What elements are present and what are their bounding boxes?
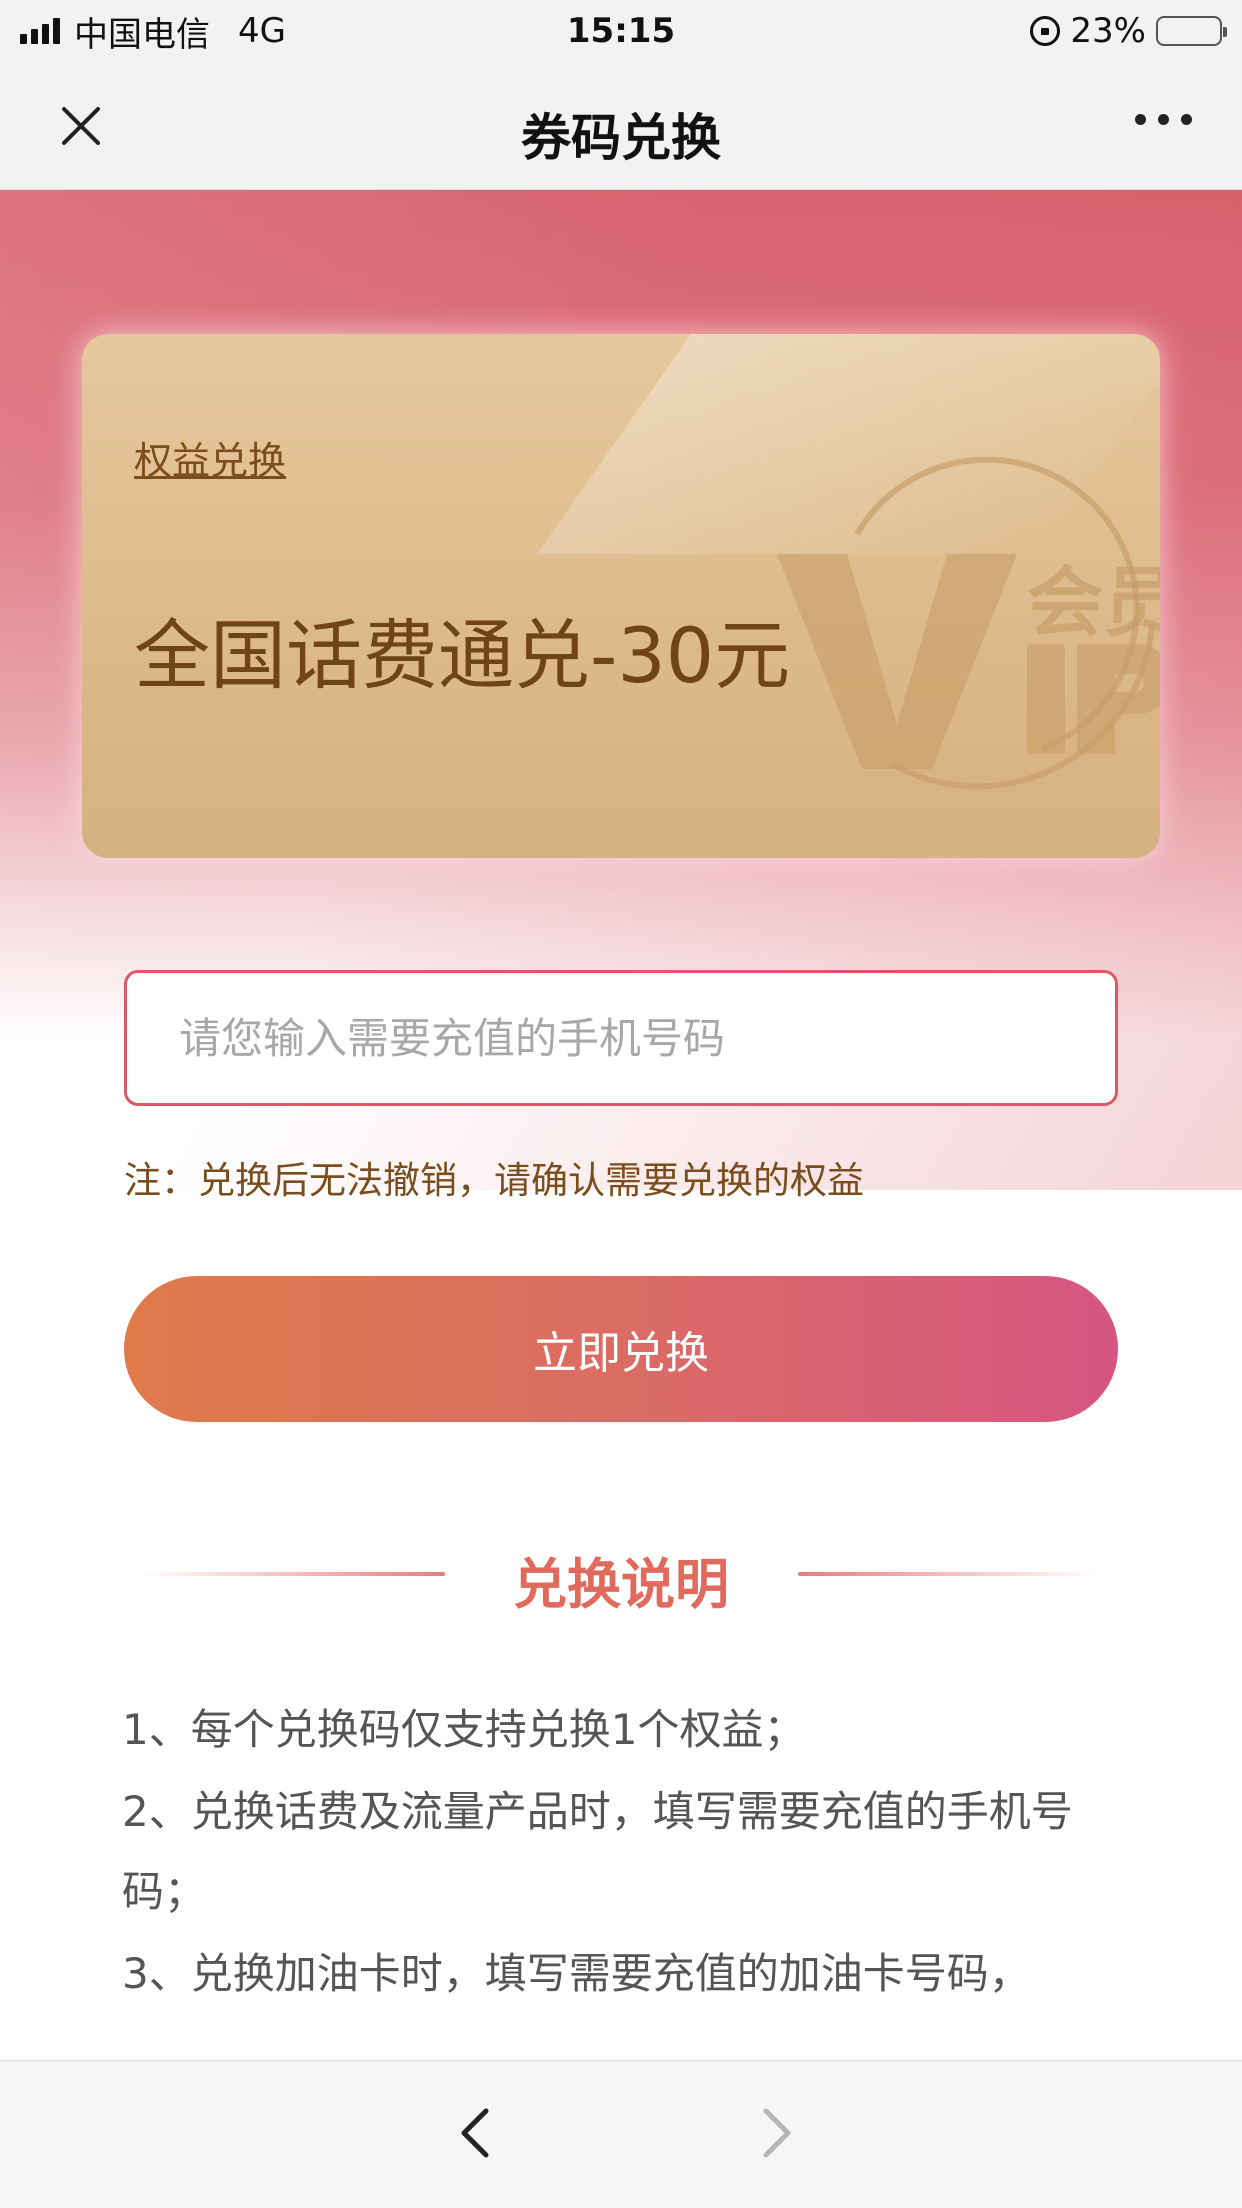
page-title: 券码兑换 xyxy=(521,109,721,167)
battery-percent: 23% xyxy=(1070,11,1146,51)
carrier-label: 中国电信 xyxy=(74,14,210,55)
instructions-list: 1、每个兑换码仅支持兑换1个权益； 2、兑换话费及流量产品时，填写需要充值的手机… xyxy=(122,1690,1122,2014)
emblem-text: 会员 xyxy=(1027,558,1160,647)
battery-icon xyxy=(1156,16,1227,46)
network-label: 4G xyxy=(238,11,286,51)
instruction-item: 1、每个兑换码仅支持兑换1个权益； xyxy=(122,1705,806,1754)
status-right: 23% xyxy=(1030,11,1227,51)
section-divider-right xyxy=(798,1572,1098,1576)
back-arrow-icon[interactable] xyxy=(448,2103,508,2163)
browser-bottom-bar xyxy=(0,2060,1242,2208)
status-left: 中国电信 4G xyxy=(20,7,286,56)
benefit-card: 会员 权益兑换 全国话费通兑-30元 xyxy=(82,334,1160,858)
nav-bar: 券码兑换 xyxy=(0,62,1242,190)
card-tag[interactable]: 权益兑换 xyxy=(134,430,286,485)
more-options-icon[interactable] xyxy=(1135,114,1192,125)
signal-icon xyxy=(20,18,60,44)
forward-arrow-icon[interactable] xyxy=(744,2103,804,2163)
redeem-button[interactable]: 立即兑换 xyxy=(124,1276,1118,1422)
rotation-lock-icon xyxy=(1030,16,1061,46)
phone-input[interactable] xyxy=(124,970,1118,1106)
card-title: 全国话费通兑-30元 xyxy=(134,611,791,700)
status-bar: 中国电信 4G 15:15 23% xyxy=(0,0,1242,62)
section-title: 兑换说明 xyxy=(513,1553,729,1616)
instruction-item: 2、兑换话费及流量产品时，填写需要充值的手机号码； xyxy=(122,1787,1073,1916)
instruction-item: 3、兑换加油卡时，填写需要充值的加油卡号码， xyxy=(122,1949,1031,1998)
note-text: 注：兑换后无法撤销，请确认需要兑换的权益 xyxy=(124,1159,864,1202)
